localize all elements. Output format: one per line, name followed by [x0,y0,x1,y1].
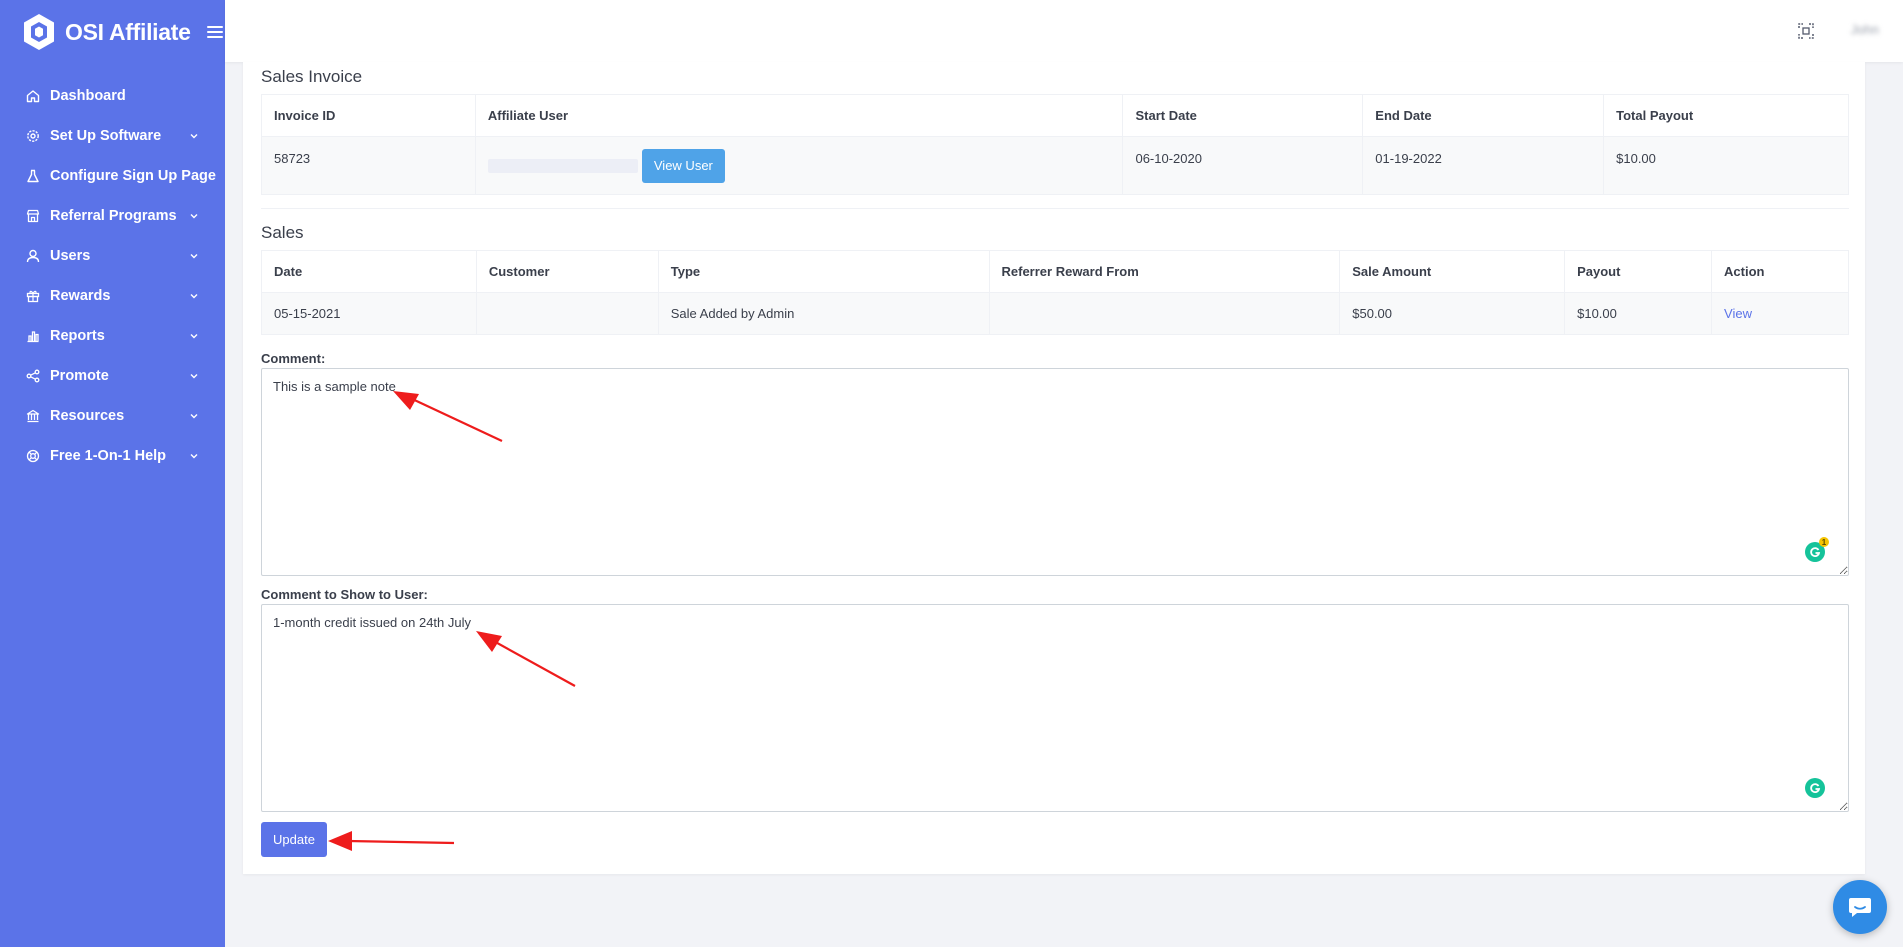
grammarly-g-icon [1810,547,1821,557]
invoice-id-cell: 58723 [261,136,476,195]
column-header: Date [261,250,477,293]
column-header: Customer [475,250,659,293]
sidebar-item-label: Users [50,248,91,264]
annotation-arrow-icon [393,391,503,442]
column-header: Invoice ID [261,94,476,137]
action-cell: View [1711,292,1849,335]
home-icon [26,90,40,103]
sidebar: OSI Affiliate Dashboard Set Up Software … [0,0,225,947]
redacted-user [487,158,638,173]
sidebar-item-promote[interactable]: Promote [0,356,225,396]
brand: OSI Affiliate [0,0,225,64]
chevron-down-icon [190,334,198,339]
end-date-cell: 01-19-2022 [1362,136,1605,195]
sidebar-item-free-help[interactable]: Free 1-On-1 Help [0,436,225,476]
chevron-down-icon [190,214,198,219]
chevron-down-icon [190,294,198,299]
comment-label: Comment: [261,351,326,366]
grammarly-icon[interactable] [1805,778,1825,798]
sidebar-item-label: Dashboard [50,88,126,104]
fullscreen-icon[interactable] [1797,22,1815,40]
chat-icon [1849,898,1871,917]
sidebar-item-label: Reports [50,328,105,344]
sidebar-nav: Dashboard Set Up Software Configure Sign… [0,76,225,476]
sale-amount-cell: $50.00 [1339,292,1566,335]
sidebar-item-label: Resources [50,408,125,424]
annotation-arrow-icon [476,631,576,687]
store-icon [26,209,40,223]
brand-name: OSI Affiliate [65,18,191,45]
table-row: 05-15-2021 Sale Added by Admin $50.00 $1… [261,292,1849,335]
column-header: Referrer Reward From [988,250,1341,293]
sidebar-item-label: Rewards [50,288,111,304]
invoice-table: Invoice ID Affiliate User Start Date End… [261,94,1849,195]
column-header: Type [657,250,990,293]
chevron-down-icon [190,134,198,139]
chat-widget-button[interactable] [1833,880,1887,934]
sidebar-item-label: Free 1-On-1 Help [50,448,167,464]
table-row: 58723 View User 06-10-2020 01-19-2022 $1… [261,136,1849,195]
start-date-cell: 06-10-2020 [1122,136,1364,195]
table-header-row: Invoice ID Affiliate User Start Date End… [261,94,1849,137]
sidebar-item-users[interactable]: Users [0,236,225,276]
column-header: Action [1711,250,1849,293]
table-header-row: Date Customer Type Referrer Reward From … [261,250,1849,293]
gear-icon [27,130,39,142]
grammarly-icon[interactable]: 1 [1805,537,1829,562]
bank-icon [26,409,40,423]
sidebar-item-dashboard[interactable]: Dashboard [0,76,225,116]
sidebar-item-resources[interactable]: Resources [0,396,225,436]
sidebar-item-reports[interactable]: Reports [0,316,225,356]
annotation-arrow-icon [328,831,455,851]
grammarly-badge: 1 [1819,537,1829,547]
customer-cell [475,292,659,335]
update-button[interactable]: Update [261,822,327,857]
chevron-down-icon [190,454,198,459]
column-header: Sale Amount [1339,250,1566,293]
view-sale-link[interactable]: View [1724,306,1752,321]
column-header: Affiliate User [474,94,1124,137]
menu-toggle-icon[interactable] [206,26,223,38]
total-payout-cell: $10.00 [1603,136,1849,195]
invoice-card: Sales Invoice Invoice ID Affiliate User … [243,62,1865,874]
grammarly-g-icon [1810,783,1821,793]
column-header: End Date [1362,94,1605,137]
sidebar-item-label: Promote [50,368,109,384]
column-header: Payout [1564,250,1713,293]
sidebar-item-label: Configure Sign Up Page [50,168,216,184]
sidebar-item-referral-programs[interactable]: Referral Programs [0,196,225,236]
gift-icon [26,290,40,303]
user-menu[interactable]: John [1851,22,1879,37]
chevron-down-icon [190,414,198,419]
column-header: Start Date [1122,94,1364,137]
date-cell: 05-15-2021 [261,292,477,335]
sales-title: Sales [261,223,304,242]
chart-icon [27,331,39,343]
logo-icon [24,14,54,50]
sidebar-item-label: Referral Programs [50,208,177,224]
view-user-button[interactable]: View User [641,148,725,183]
payout-cell: $10.00 [1564,292,1713,335]
sidebar-item-set-up-software[interactable]: Set Up Software [0,116,225,156]
chevron-down-icon [190,374,198,379]
sidebar-item-rewards[interactable]: Rewards [0,276,225,316]
affiliate-user-cell: View User [474,136,1124,195]
flask-icon [27,169,39,183]
type-cell: Sale Added by Admin [657,292,990,335]
user-icon [26,249,40,263]
sales-invoice-title: Sales Invoice [261,67,363,86]
chevron-down-icon [190,254,198,259]
sidebar-item-label: Set Up Software [50,128,162,144]
sales-table: Date Customer Type Referrer Reward From … [261,250,1849,335]
lifebuoy-icon [26,449,40,463]
sidebar-item-configure-sign-up-page[interactable]: Configure Sign Up Page [0,156,225,196]
share-icon [26,369,40,383]
topbar: John [225,0,1903,62]
user-comment-label: Comment to Show to User: [261,587,428,602]
column-header: Total Payout [1603,94,1849,137]
referrer-reward-from-cell [988,292,1341,335]
divider [261,208,1849,209]
